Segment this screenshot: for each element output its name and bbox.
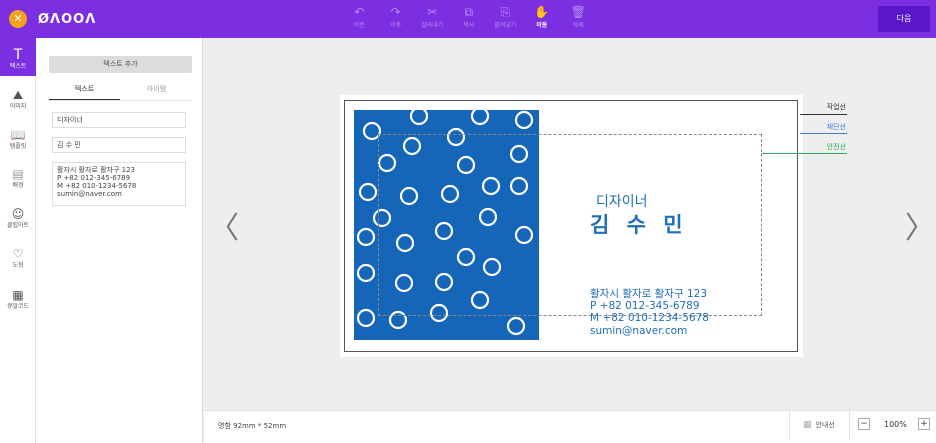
card-contact-info[interactable]: 활자시 활자로 활자구 123 P +82 012-345-6789 M +82… [590,288,709,337]
copy-button[interactable]: ⧉ 복사 [451,4,488,34]
name-field[interactable]: 김 수 민 [52,137,186,153]
bottom-status-bar: 명함 92mm * 52mm ▦ 안내선 − 100% + [204,410,936,443]
rail-label-template: 템플릿 [9,143,27,150]
rail-item-qrcode[interactable]: ▦ 큐알코드 [0,288,36,311]
close-icon: ✕ [13,12,23,25]
move-label: 이동 [536,22,548,29]
qrcode-icon: ▦ [12,288,24,302]
tab-text[interactable]: 텍스트 [49,84,120,100]
copy-icon: ⧉ [464,5,474,19]
hand-icon: ✋ [534,5,550,19]
rail-label-image: 이미지 [9,103,27,110]
card-size-label: 명함 92mm * 52mm [218,422,287,430]
rail-item-image[interactable]: ⛰ 이미지 [0,88,36,111]
tab-item[interactable]: 아이템 [121,84,192,100]
guide-safe-label: 안전선 [826,143,846,151]
undo-button[interactable]: ↶ 이전 [341,4,378,34]
top-bar: ✕ ØɅOOɅ ↶ 이전 ↷ 이후 ✂ 잘라내기 ⧉ 복사 ⎘ 붙여넣기 ✋ 이동 🗑 삭제 … [0,0,936,38]
cut-button[interactable]: ✂ 잘라내기 [414,4,451,34]
image-icon: ⛰ [12,88,24,102]
card-name[interactable]: 김 수 민 [590,211,688,239]
rail-item-shape[interactable]: ♡ 도형 [0,247,36,270]
clipart-icon: ☺ [11,207,25,221]
paste-label: 붙여넣기 [494,22,517,29]
redo-label: 이후 [390,22,402,29]
tool-rail: T 텍스트 ⛰ 이미지 📖 템플릿 ▤ 배경 ☺ 클립아트 ♡ 도형 ▦ 큐알코드 [0,38,36,443]
rail-label-shape: 도형 [12,262,24,269]
redo-icon: ↷ [390,5,401,19]
guide-work-line [800,114,847,115]
rail-label-qrcode: 큐알코드 [6,303,30,310]
guide-toggle-label: 안내선 [815,421,835,429]
guide-toggle-button[interactable]: ▦ 안내선 [789,411,850,439]
text-panel: 텍스트 추가 텍스트 아이템 디자이너 김 수 민 활자시 활자로 활자구 12… [36,38,203,443]
template-icon: 📖 [10,128,26,142]
tab-divider [49,100,192,101]
add-text-button[interactable]: 텍스트 추가 [49,56,192,73]
rail-label-clipart: 클립아트 [6,222,30,229]
edit-toolbar: ↶ 이전 ↷ 이후 ✂ 잘라내기 ⧉ 복사 ⎘ 붙여넣기 ✋ 이동 🗑 삭제 [341,4,597,34]
zoom-level: 100% [884,420,907,429]
guide-work-label: 작업선 [826,103,846,111]
next-page-arrow[interactable]: 〉 [905,203,935,247]
copy-label: 복사 [463,22,475,29]
rail-item-clipart[interactable]: ☺ 클립아트 [0,207,36,230]
cut-label: 잘라내기 [421,22,444,29]
background-icon: ▤ [12,167,24,181]
undo-label: 이전 [353,22,365,29]
guide-cut-label: 재단선 [826,123,846,131]
zoom-out-button[interactable]: − [858,418,870,430]
close-button[interactable]: ✕ [9,10,27,28]
zoom-in-button[interactable]: + [918,418,930,430]
delete-button[interactable]: 🗑 삭제 [560,4,597,34]
rail-item-background[interactable]: ▤ 배경 [0,167,36,190]
guide-cut-line [800,133,847,134]
paste-button[interactable]: ⎘ 붙여넣기 [487,4,524,34]
paste-icon: ⎘ [500,5,511,19]
redo-button[interactable]: ↷ 이후 [378,4,415,34]
cut-icon: ✂ [427,5,438,19]
rail-item-template[interactable]: 📖 템플릿 [0,128,36,151]
next-button[interactable]: 다음 [878,6,930,32]
prev-page-arrow[interactable]: 〈 [209,203,239,247]
rail-item-text[interactable]: T 텍스트 [0,38,36,76]
card-job-title[interactable]: 디자이너 [596,193,648,211]
job-field[interactable]: 디자이너 [52,112,186,128]
move-button[interactable]: ✋ 이동 [524,4,561,34]
delete-label: 삭제 [572,22,584,29]
rail-label-text: 텍스트 [9,63,27,70]
guide-safe-line [762,153,847,154]
undo-icon: ↶ [354,5,365,19]
app-logo: ØɅOOɅ [38,12,97,27]
grid-icon: ▦ [803,420,812,430]
rail-label-background: 배경 [12,182,24,189]
shape-icon: ♡ [12,247,24,261]
trash-icon: 🗑 [570,5,586,19]
info-field[interactable]: 활자시 활자로 활자구 123 P +82 012-345-6789 M +82… [52,162,186,206]
text-icon: T [13,47,23,63]
